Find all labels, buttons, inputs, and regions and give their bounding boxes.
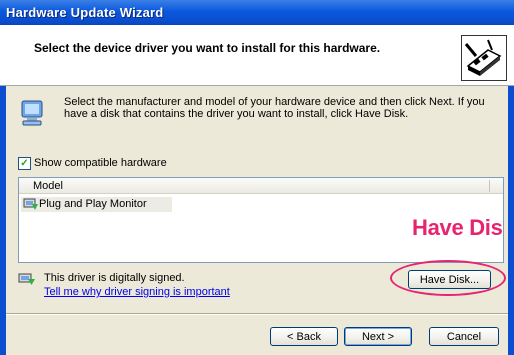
title-bar[interactable]: Hardware Update Wizard [0,0,514,25]
footer-divider [6,313,508,315]
column-separator[interactable] [489,180,490,192]
window-title: Hardware Update Wizard [6,5,164,20]
window-right-border [508,86,514,355]
next-button[interactable]: Next > [344,327,412,346]
computer-icon [18,98,48,128]
show-compatible-label[interactable]: Show compatible hardware [34,157,167,169]
show-compatible-checkbox[interactable]: ✓ [18,157,31,170]
signed-driver-icon [18,272,36,286]
wizard-header: Select the device driver you want to ins… [0,25,514,86]
instructions-text: Select the manufacturer and model of you… [64,96,485,120]
cancel-button[interactable]: Cancel [429,327,499,346]
highlight-circle [390,260,506,296]
annotation-label: Have Dis [412,215,503,240]
header-title: Select the device driver you want to ins… [34,41,381,55]
back-button[interactable]: < Back [270,327,338,346]
driver-icon [23,198,39,211]
driver-signed-text: This driver is digitally signed. [44,272,185,284]
driver-signing-link[interactable]: Tell me why driver signing is important [44,286,230,298]
hardware-card-icon [461,35,507,81]
column-header-label: Model [33,180,63,192]
model-column-header[interactable]: Model [19,178,503,194]
list-item[interactable]: Plug and Play Monitor [21,197,172,212]
list-item-label: Plug and Play Monitor [39,198,147,210]
